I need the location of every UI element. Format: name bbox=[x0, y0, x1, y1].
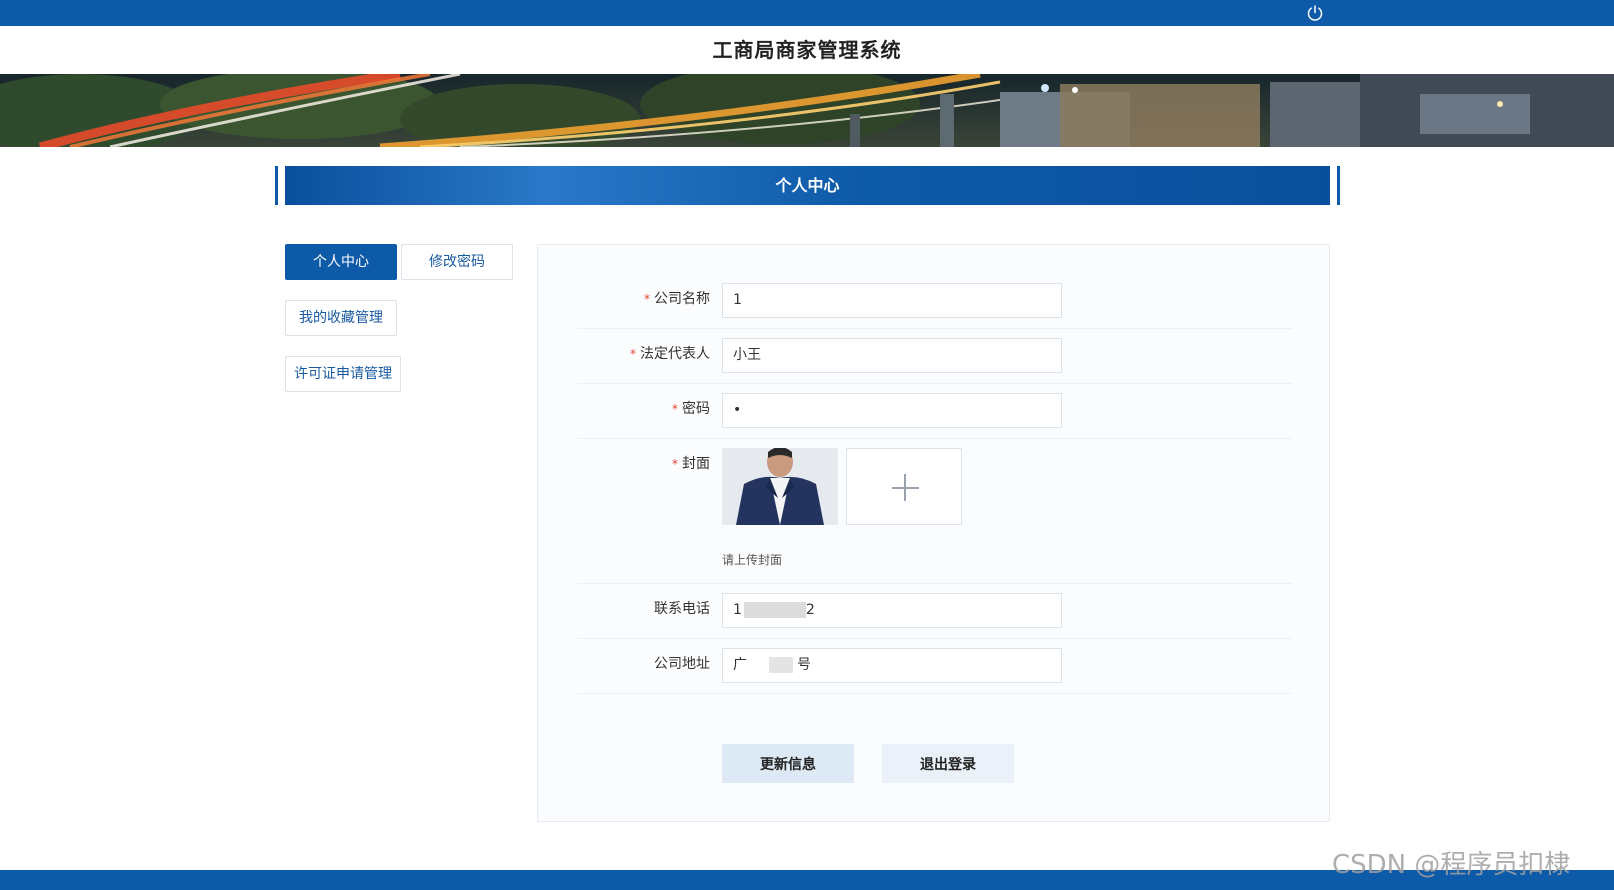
password-input[interactable]: • bbox=[722, 393, 1062, 428]
cover-upload-hint: 请上传封面 bbox=[722, 553, 783, 567]
legal-rep-label: * 法定代表人 bbox=[578, 345, 710, 363]
phone-input[interactable]: 12 bbox=[722, 593, 1062, 628]
section-title: 个人中心 bbox=[775, 176, 840, 195]
cover-photo-man-in-suit bbox=[722, 448, 838, 525]
logout-button[interactable]: 退出登录 bbox=[882, 744, 1014, 783]
form-row-cover: * 封面 请上传封面 bbox=[578, 448, 1292, 584]
section-header-bar-left-outer bbox=[275, 166, 278, 205]
top-bar bbox=[0, 0, 1614, 26]
phone-redaction-mask bbox=[743, 602, 806, 618]
system-title: 工商局商家管理系统 bbox=[712, 38, 902, 62]
company-name-input[interactable]: 1 bbox=[722, 283, 1062, 318]
header-banner-image bbox=[0, 74, 1614, 147]
tab-license-applications[interactable]: 许可证申请管理 bbox=[285, 356, 401, 392]
company-name-label-text: 公司名称 bbox=[654, 291, 710, 307]
banner-illustration bbox=[0, 74, 1614, 147]
form-row-legal-rep: * 法定代表人 小王 bbox=[578, 338, 1292, 384]
form-row-password: * 密码 • bbox=[578, 393, 1292, 439]
required-mark: * bbox=[672, 457, 678, 471]
legal-rep-input[interactable]: 小王 bbox=[722, 338, 1062, 373]
required-mark: * bbox=[644, 292, 650, 306]
tab-personal-center[interactable]: 个人中心 bbox=[285, 244, 397, 280]
cover-label: * 封面 bbox=[578, 455, 710, 473]
phone-label: 联系电话 bbox=[654, 601, 710, 617]
plus-icon-vertical bbox=[904, 474, 906, 501]
profile-form-panel: * 公司名称 1 * 法定代表人 小王 * 密码 • * 封面 请上传封面 联系… bbox=[537, 244, 1330, 822]
section-header-bar-right-outer bbox=[1337, 166, 1340, 205]
tab-change-password[interactable]: 修改密码 bbox=[401, 244, 513, 280]
section-header-bar-right-gap bbox=[1331, 166, 1333, 205]
address-value-end: 号 bbox=[797, 657, 811, 673]
section-header: 个人中心 bbox=[275, 166, 1340, 205]
address-redaction-mask bbox=[769, 657, 793, 673]
address-input[interactable]: 广号 bbox=[722, 648, 1062, 683]
address-label: 公司地址 bbox=[654, 656, 710, 672]
phone-value-start: 1 bbox=[733, 602, 742, 618]
company-name-label: * 公司名称 bbox=[578, 290, 710, 308]
phone-value-end: 2 bbox=[805, 602, 815, 618]
cover-upload-button[interactable] bbox=[846, 448, 962, 525]
section-header-bar-left-gap bbox=[282, 166, 284, 205]
title-bar: 工商局商家管理系统 bbox=[0, 26, 1614, 74]
required-mark: * bbox=[672, 402, 678, 416]
cover-label-text: 封面 bbox=[682, 456, 710, 472]
form-row-address: 公司地址 广号 bbox=[578, 648, 1292, 694]
form-row-company-name: * 公司名称 1 bbox=[578, 283, 1292, 329]
power-icon[interactable] bbox=[1306, 4, 1324, 22]
password-label: * 密码 bbox=[578, 400, 710, 418]
cover-image-thumbnail[interactable] bbox=[722, 448, 838, 525]
form-row-phone: 联系电话 12 bbox=[578, 593, 1292, 639]
required-mark: * bbox=[630, 347, 636, 361]
legal-rep-label-text: 法定代表人 bbox=[640, 346, 710, 362]
update-info-button[interactable]: 更新信息 bbox=[722, 744, 854, 783]
tab-my-favorites[interactable]: 我的收藏管理 bbox=[285, 300, 397, 336]
address-value-start: 广 bbox=[733, 657, 747, 673]
watermark-text: CSDN @程序员扣棣 bbox=[1332, 850, 1571, 880]
password-label-text: 密码 bbox=[682, 401, 710, 417]
